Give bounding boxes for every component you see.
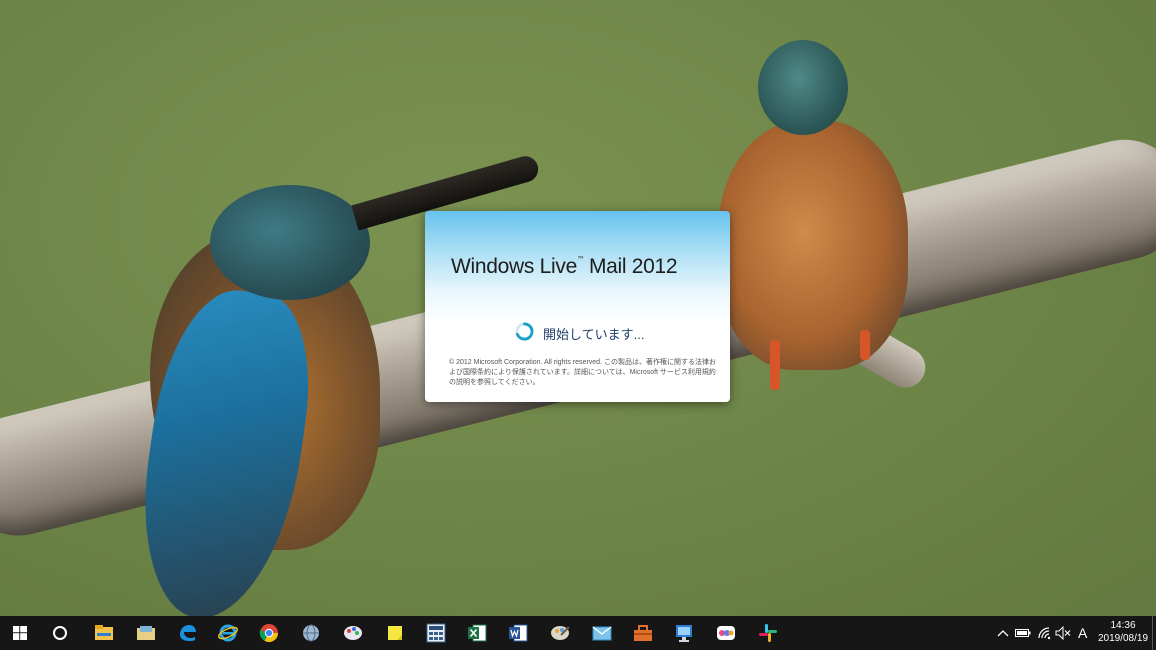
file-explorer-icon[interactable] <box>92 621 116 645</box>
ime-mode-indicator[interactable]: A <box>1078 624 1090 642</box>
edge-icon[interactable] <box>175 621 199 645</box>
wallpaper-kingfisher-right-leg <box>770 340 780 390</box>
loading-status-text: 開始しています... <box>543 327 645 342</box>
excel-icon[interactable] <box>465 621 489 645</box>
brand-name: Windows Live <box>451 255 577 278</box>
show-desktop-button[interactable] <box>1152 616 1156 650</box>
word-icon[interactable] <box>506 621 530 645</box>
photo-app-icon[interactable] <box>548 621 572 645</box>
wallpaper-kingfisher-right <box>718 120 908 370</box>
remote-desktop-icon[interactable] <box>672 621 696 645</box>
loading-spinner-icon <box>515 322 534 341</box>
calculator-icon[interactable] <box>424 621 448 645</box>
splash-title: Windows Live™ Mail 2012 <box>451 255 678 279</box>
volume-muted-icon[interactable] <box>1055 625 1071 641</box>
taskbar: A 14:36 2019/08/19 <box>0 616 1156 650</box>
paint-3d-icon[interactable] <box>714 621 738 645</box>
network-globe-icon[interactable] <box>299 621 323 645</box>
clock-date: 2019/08/19 <box>1097 633 1149 644</box>
wallpaper-kingfisher-left-head <box>210 185 370 300</box>
toolbox-app-icon[interactable] <box>631 621 655 645</box>
taskbar-clock[interactable]: 14:36 2019/08/19 <box>1094 619 1152 647</box>
show-hidden-icons-chevron-icon[interactable] <box>995 625 1011 641</box>
wallpaper-kingfisher-right-leg <box>860 330 870 360</box>
trademark-symbol: ™ <box>576 255 585 264</box>
battery-icon[interactable] <box>1015 625 1031 641</box>
internet-explorer-icon[interactable] <box>216 621 240 645</box>
cortana-search-icon[interactable] <box>48 621 72 645</box>
clock-time: 14:36 <box>1110 620 1136 631</box>
copyright-notice: © 2012 Microsoft Corporation. All rights… <box>449 359 716 386</box>
start-button-icon[interactable] <box>8 621 32 645</box>
paint-app-icon[interactable] <box>341 621 365 645</box>
folder-app-icon[interactable] <box>134 621 158 645</box>
product-name: Mail 2012 <box>588 255 678 278</box>
sticky-notes-icon[interactable] <box>383 621 407 645</box>
wallpaper-kingfisher-right-head <box>758 40 848 135</box>
windows-live-mail-icon[interactable] <box>590 621 614 645</box>
slack-icon[interactable] <box>756 621 780 645</box>
wifi-icon[interactable] <box>1036 625 1052 641</box>
chrome-icon[interactable] <box>257 621 281 645</box>
splash-screen: Windows Live™ Mail 2012 開始しています... © 2012… <box>425 211 730 402</box>
